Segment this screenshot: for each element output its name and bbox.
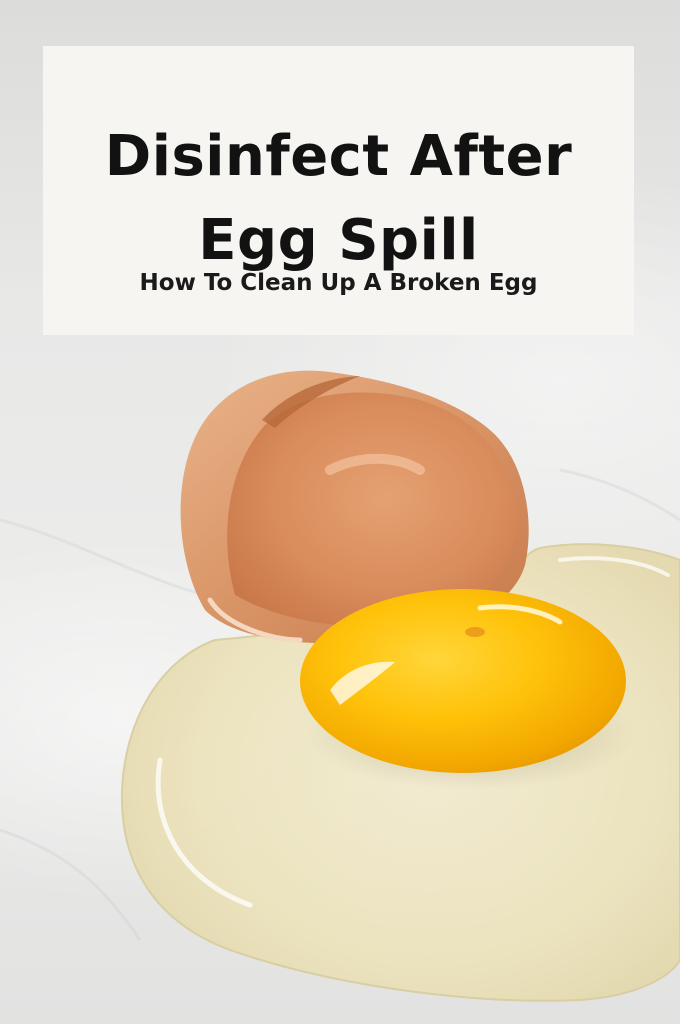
egg-yolk xyxy=(300,589,626,773)
title-card: Disinfect After Egg Spill How To Clean U… xyxy=(43,46,634,335)
subtitle: How To Clean Up A Broken Egg xyxy=(139,270,538,296)
pin-image: Disinfect After Egg Spill How To Clean U… xyxy=(0,0,680,1024)
title-line-1: Disinfect After xyxy=(104,124,573,189)
